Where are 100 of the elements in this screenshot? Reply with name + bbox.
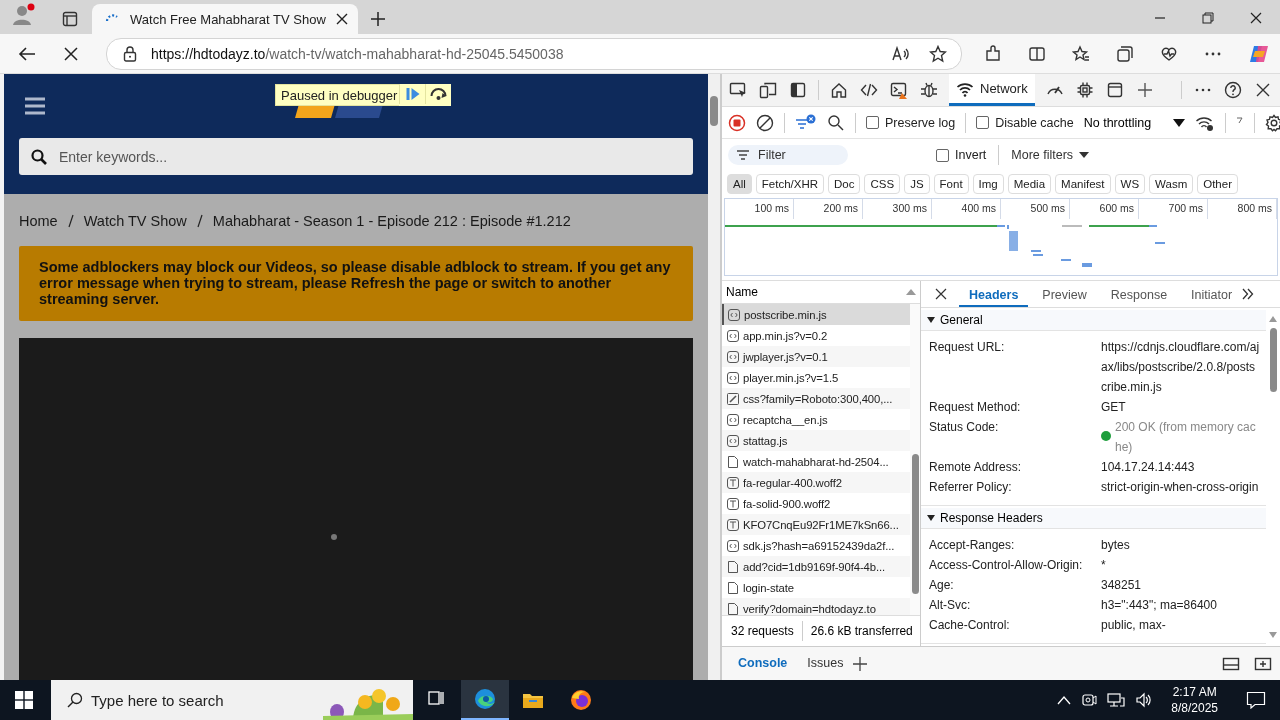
network-icon[interactable] [1107,692,1126,708]
settings-icon[interactable] [1265,113,1280,132]
scroll-down-icon [1269,632,1277,638]
tab-actions-icon[interactable] [62,11,78,27]
request-row[interactable]: jwplayer.js?v=0.1 [722,346,910,367]
filter-field[interactable]: Filter [728,145,848,165]
clock-time[interactable]: 2:17 AM [1172,684,1217,700]
request-row[interactable]: fa-solid-900.woff2 [722,493,910,514]
more-filters-dropdown[interactable]: More filters [1011,148,1090,162]
section-header[interactable]: Response Headers [921,508,1266,529]
disable-cache-checkbox[interactable]: Disable cache [976,115,1074,130]
type-filter-button[interactable]: Media [1007,173,1052,194]
request-row[interactable]: sdk.js?hash=a69152439da2f... [722,535,910,556]
close-icon[interactable] [1254,81,1272,99]
profile-icon[interactable] [12,3,36,27]
request-row[interactable]: css?family=Roboto:300,400,... [722,388,910,409]
request-row[interactable]: player.min.js?v=1.5 [722,367,910,388]
code-icon[interactable] [859,81,879,99]
new-tab-icon[interactable] [369,11,386,27]
inspect-icon[interactable] [728,81,748,99]
type-filter-button[interactable]: Fetch/XHR [755,173,825,194]
preserve-log-checkbox[interactable]: Preserve log [866,115,956,130]
taskbar-search-field[interactable]: Type here to search [51,680,413,720]
throttling-dropdown[interactable]: No throttling [1083,115,1186,130]
request-row[interactable]: watch-mahabharat-hd-2504... [722,451,910,472]
sidebar-icon[interactable] [788,81,808,99]
menu-icon[interactable] [25,97,45,115]
scrollbar[interactable] [910,304,920,615]
chevron-up-icon[interactable] [1057,695,1072,705]
type-filter-button[interactable]: Manifest [1055,173,1111,194]
drawer-tab[interactable]: Console [728,647,798,680]
windows-start-icon[interactable] [15,691,33,709]
address-bar[interactable]: https://hdtodayz.to/watch-tv/watch-mahabharat-hd-25045.5450038 [106,37,962,70]
notifications-icon[interactable] [1246,691,1266,709]
help-icon[interactable] [1224,81,1242,99]
type-filter-button[interactable]: Wasm [1149,173,1194,194]
column-header[interactable]: Name [726,285,758,299]
filter-icon[interactable] [795,113,817,132]
type-filter-button[interactable]: Font [933,173,969,194]
edge-icon[interactable] [474,688,496,710]
breadcrumb-link[interactable]: Home [19,213,58,229]
section-header[interactable]: General [921,310,1266,331]
extensions-icon[interactable] [984,44,1002,63]
breadcrumb-separator-icon [196,214,203,228]
request-row[interactable]: postscribe.min.js [722,304,910,325]
request-row[interactable]: login-state [722,577,910,598]
type-filter-button[interactable]: JS [904,173,930,194]
favorites-icon[interactable] [1072,44,1090,63]
detail-tab[interactable]: Response [1100,281,1178,307]
request-row[interactable]: stattag.js [722,430,910,451]
home-icon[interactable] [829,81,849,99]
close-icon[interactable] [935,288,947,300]
camera-icon[interactable] [1081,692,1098,708]
volume-icon[interactable] [1135,692,1154,708]
device-emulation-icon[interactable] [758,81,778,99]
request-row[interactable]: fa-regular-400.woff2 [722,472,910,493]
request-row[interactable]: add?cid=1db9169f-90f4-4b... [722,556,910,577]
back-icon[interactable] [18,45,36,62]
drawer-tab[interactable]: Issues [797,647,854,680]
more-tabs-icon[interactable] [1242,288,1255,300]
split-screen-icon[interactable] [1028,44,1046,63]
type-filter-button[interactable]: CSS [864,173,901,194]
firefox-icon[interactable] [570,689,592,711]
request-row[interactable]: app.min.js?v=0.2 [722,325,910,346]
request-row[interactable]: recaptcha__en.js [722,409,910,430]
clear-icon[interactable] [756,113,774,132]
collapse-drawer-icon[interactable] [1254,656,1272,671]
dock-drawer-icon[interactable] [1222,656,1240,671]
browser-tab[interactable]: Watch Free Mahabharat TV Show [92,4,358,34]
breadcrumb-link[interactable]: Watch TV Show [83,213,187,229]
bug-icon[interactable] [919,81,939,99]
invert-checkbox[interactable]: Invert [936,148,987,162]
scrollbar-thumb[interactable] [1269,328,1277,392]
timeline-tick: 500 ms [1001,199,1070,219]
detail-tab[interactable]: Headers [959,281,1029,307]
request-row[interactable]: verify?domain=hdtodayz.to [722,598,910,615]
favorite-icon[interactable] [929,44,947,63]
type-filter-button[interactable]: Img [972,173,1004,194]
request-row[interactable]: KFO7CnqEu92Fr1ME7kSn66... [722,514,910,535]
detail-tab[interactable]: Preview [1032,281,1097,307]
type-filter-button[interactable]: Doc [828,173,861,194]
close-icon[interactable] [1250,12,1262,24]
clock-date[interactable]: 8/8/2025 [1171,700,1218,716]
type-filter-button[interactable]: WS [1114,173,1146,194]
collections-icon[interactable] [1116,44,1134,63]
detail-tab[interactable]: Initiator [1181,281,1243,307]
add-tab-icon[interactable] [853,656,868,671]
close-icon[interactable] [335,13,348,25]
type-filter-button[interactable]: Other [1197,173,1238,194]
stop-icon[interactable] [64,46,78,61]
record-icon[interactable] [728,113,746,132]
search-field[interactable]: Enter keywords... [19,138,693,175]
devtools-tab[interactable]: Network [949,74,1035,106]
type-filter-button[interactable]: All [727,173,752,194]
search-icon[interactable] [827,113,845,132]
adblock-notice: Some adblockers may block our Videos, so please disable adblock to stream. If you get any error message when trying to stream, please Refresh the page or switch to another streaming server. [19,246,693,321]
read-aloud-icon[interactable] [891,45,909,62]
status-text: 32 requests [731,624,794,638]
restore-icon[interactable] [1202,12,1214,24]
console-icon[interactable] [889,81,909,99]
